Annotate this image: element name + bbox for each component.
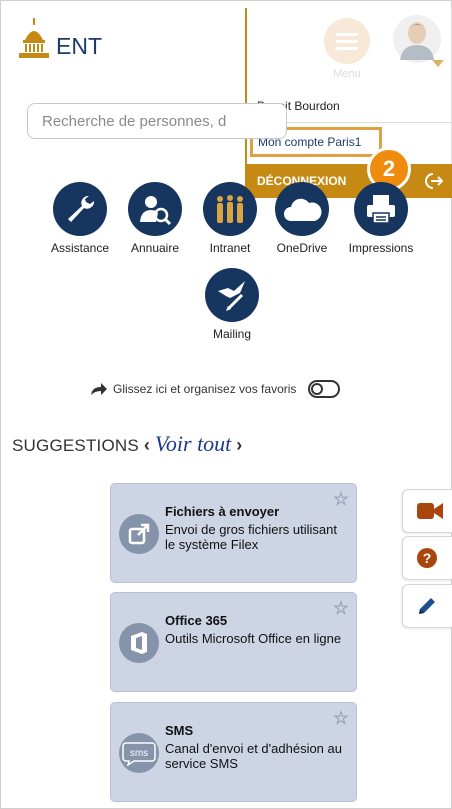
app-label: Mailing bbox=[212, 327, 251, 341]
bird-pen-icon bbox=[205, 268, 259, 322]
card-title: SMS bbox=[165, 723, 194, 738]
logout-icon bbox=[425, 173, 444, 189]
user-dropdown-menu: Benoit Bourdon Mon compte Paris1 DÉCONNE… bbox=[245, 8, 452, 198]
chevron-right-icon[interactable]: › bbox=[236, 435, 242, 456]
card-description: Outils Microsoft Office en ligne bbox=[165, 631, 342, 646]
card-description: Envoi de gros fichiers utilisant le syst… bbox=[165, 522, 337, 552]
app-impressions[interactable]: Impressions bbox=[341, 182, 421, 255]
external-link-icon bbox=[119, 514, 159, 554]
card-description: Canal d'envoi et d'adhésion au service S… bbox=[165, 741, 342, 771]
suggestion-card-office365[interactable]: Office 365 Outils Microsoft Office en li… bbox=[110, 592, 357, 692]
pencil-icon bbox=[419, 598, 435, 614]
suggestions-title: SUGGESTIONS bbox=[12, 436, 139, 455]
app-label: Intranet bbox=[209, 241, 251, 255]
pantheon-logo-icon bbox=[19, 18, 49, 58]
see-all-link[interactable]: Voir tout bbox=[155, 431, 231, 457]
video-call-button[interactable] bbox=[402, 489, 452, 533]
office-icon bbox=[119, 623, 159, 663]
printer-icon bbox=[354, 182, 408, 236]
app-annuaire[interactable]: Annuaire bbox=[115, 182, 195, 255]
wrench-icon bbox=[53, 182, 107, 236]
help-button[interactable]: ? bbox=[402, 536, 452, 580]
cloud-icon bbox=[275, 182, 329, 236]
suggestions-header: SUGGESTIONS ‹ Voir tout › bbox=[12, 431, 247, 457]
app-intranet[interactable]: Intranet bbox=[190, 182, 270, 255]
logo-text: ENT bbox=[56, 33, 102, 59]
star-icon[interactable]: ☆ bbox=[333, 708, 350, 729]
person-search-icon bbox=[128, 182, 182, 236]
favorites-toggle[interactable] bbox=[308, 380, 341, 398]
app-label: OneDrive bbox=[276, 241, 328, 255]
suggestion-card-sms[interactable]: sms SMS Canal d'envoi et d'adhésion au s… bbox=[110, 702, 357, 802]
app-label: Assistance bbox=[50, 241, 110, 255]
share-arrow-icon bbox=[91, 383, 107, 395]
card-title: Fichiers à envoyer bbox=[165, 504, 280, 519]
svg-text:?: ? bbox=[423, 550, 432, 566]
app-assistance[interactable]: Assistance bbox=[40, 182, 120, 255]
app-label: Annuaire bbox=[130, 241, 180, 255]
sms-icon: sms bbox=[119, 733, 159, 773]
favorites-bar: Glissez ici et organisez vos favoris bbox=[90, 380, 341, 398]
people-icon bbox=[203, 182, 257, 236]
star-icon[interactable]: ☆ bbox=[333, 489, 350, 510]
chevron-left-icon[interactable]: ‹ bbox=[144, 435, 150, 456]
app-mailing[interactable]: Mailing bbox=[192, 268, 272, 341]
search-input[interactable] bbox=[27, 103, 287, 139]
app-onedrive[interactable]: OneDrive bbox=[262, 182, 342, 255]
edit-button[interactable] bbox=[402, 584, 452, 628]
card-title: Office 365 bbox=[165, 613, 228, 628]
sms-icon-text: sms bbox=[130, 748, 148, 759]
suggestion-card-fichiers[interactable]: Fichiers à envoyer Envoi de gros fichier… bbox=[110, 483, 357, 583]
toggle-knob bbox=[311, 383, 324, 395]
ent-logo[interactable]: ENT bbox=[16, 18, 102, 60]
app-label: Impressions bbox=[348, 241, 414, 255]
video-camera-icon bbox=[417, 503, 443, 519]
star-icon[interactable]: ☆ bbox=[333, 598, 350, 619]
favorites-hint: Glissez ici et organisez vos favoris bbox=[113, 382, 297, 396]
help-icon: ? bbox=[417, 548, 437, 568]
